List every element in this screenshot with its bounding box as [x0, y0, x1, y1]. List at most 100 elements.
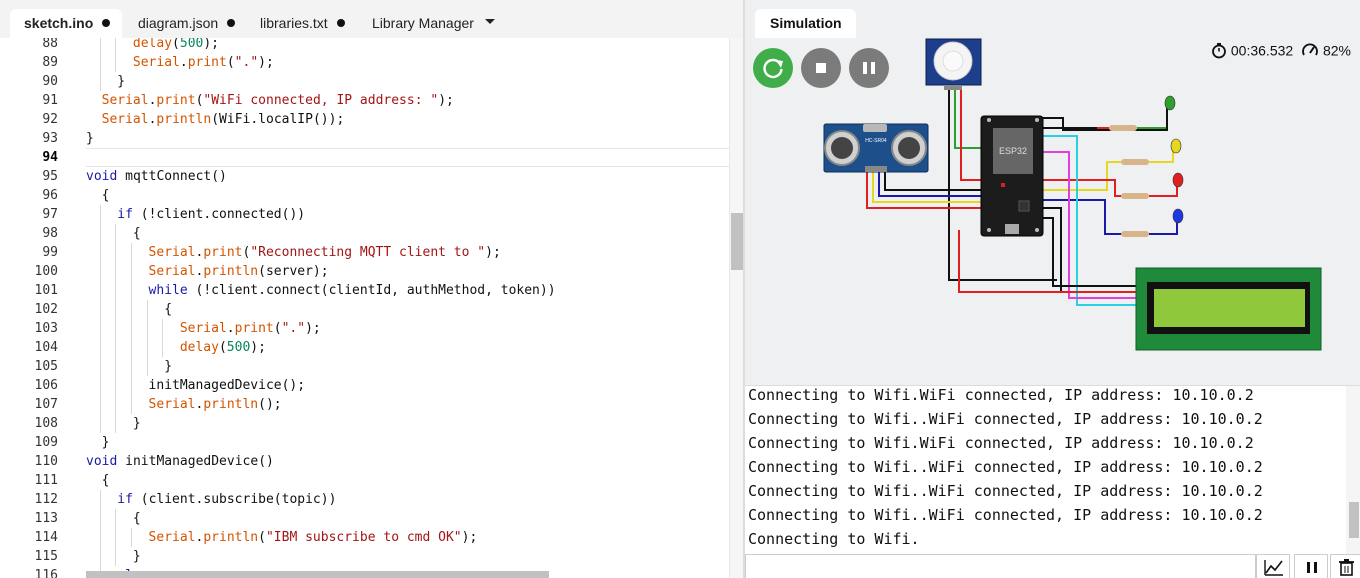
code-line[interactable]: 111 { [0, 471, 743, 490]
tab-libraries-txt[interactable]: libraries.txt [246, 9, 356, 38]
indent-guide [99, 281, 101, 300]
serial-line: Connecting to Wifi. [748, 530, 920, 548]
resistor[interactable] [1109, 125, 1137, 131]
code-token: (WiFi.localIP()); [211, 112, 345, 127]
ultrasonic-sensor[interactable]: HC-SR04 [823, 123, 929, 173]
code-token: if [117, 492, 133, 507]
code-text: void initManagedDevice() [86, 452, 274, 471]
pause-serial-button[interactable] [1294, 554, 1328, 578]
code-line[interactable]: 102 { [0, 300, 743, 319]
code-line[interactable]: 92 Serial.println(WiFi.localIP()); [0, 110, 743, 129]
code-line[interactable]: 103 Serial.print("."); [0, 319, 743, 338]
code-text: { [133, 509, 141, 528]
indent-guide [130, 528, 132, 547]
indent-guide [115, 53, 117, 72]
yellow-led[interactable] [1170, 138, 1182, 154]
resistor[interactable] [1121, 193, 1149, 199]
code-token: } [132, 549, 141, 564]
line-number: 112 [34, 492, 58, 507]
blue-led[interactable] [1172, 208, 1184, 224]
code-line[interactable]: 99 Serial.print("Reconnecting MQTT client… [0, 243, 743, 262]
tab-sketch-ino[interactable]: sketch.ino [10, 9, 122, 38]
clear-serial-button[interactable] [1330, 554, 1360, 578]
code-token: (client.subscribe(topic)) [132, 492, 337, 507]
code-line[interactable]: 115} [0, 547, 743, 566]
indent-guide [99, 376, 101, 395]
code-line[interactable]: 105} [0, 357, 743, 376]
pir-motion-sensor[interactable] [925, 38, 982, 90]
code-line[interactable]: 89 Serial.print("."); [0, 53, 743, 72]
code-line[interactable]: 106 initManagedDevice(); [0, 376, 743, 395]
code-token: ); [485, 245, 501, 260]
code-line[interactable]: 104 delay(500); [0, 338, 743, 357]
code-token: while [148, 283, 188, 298]
esp32-board[interactable]: ESP32 [980, 115, 1044, 237]
editor-horizontal-scrollbar-thumb[interactable] [86, 571, 549, 578]
simulation-status: 00:36.532 82% [1211, 41, 1351, 59]
simulation-timer: 00:36.532 [1230, 42, 1294, 59]
code-line[interactable]: 110 void initManagedDevice() [0, 452, 743, 471]
code-line[interactable]: 113 { [0, 509, 743, 528]
code-line[interactable]: 95 void mqttConnect() [0, 167, 743, 186]
code-token: 500 [179, 38, 204, 51]
serial-input[interactable] [745, 554, 1256, 578]
code-text: } [164, 357, 172, 376]
code-area[interactable]: 88 delay(500); 89 Serial.print("."); 90} 91 Se… [0, 38, 743, 578]
serial-scrollbar[interactable] [1346, 386, 1360, 554]
tab-library-manager[interactable]: Library Manager [358, 9, 478, 38]
code-line[interactable]: 90} [0, 72, 743, 91]
code-line[interactable]: 93} [0, 129, 743, 148]
code-line[interactable]: 91 Serial.print("WiFi connected, IP addre… [0, 91, 743, 110]
code-line[interactable]: 107 Serial.println(); [0, 395, 743, 414]
code-line[interactable]: 112 if (client.subscribe(topic)) [0, 490, 743, 509]
indent-guide [99, 205, 101, 224]
indent-guide [99, 528, 101, 547]
tab-diagram-json[interactable]: diagram.json [124, 9, 244, 38]
indent-guide [115, 414, 117, 433]
code-token: { [101, 188, 110, 203]
indent-guide [146, 338, 148, 357]
code-token: println [156, 112, 212, 127]
code-line[interactable]: 109} [0, 433, 743, 452]
indent-guide [115, 243, 117, 262]
code-line[interactable]: 94 [0, 148, 743, 167]
wire [1043, 207, 1137, 293]
unsaved-dot-icon [102, 19, 111, 27]
unsaved-dot-icon [336, 19, 345, 27]
code-line[interactable]: 98 { [0, 224, 743, 243]
line-number: 98 [42, 226, 58, 241]
code-token: } [132, 416, 141, 431]
lcd-display[interactable] [1135, 267, 1322, 351]
scrollbar-thumb[interactable] [1349, 502, 1359, 538]
code-line[interactable]: 114 Serial.println("IBM subscribe to cmd … [0, 528, 743, 547]
scrollbar-thumb[interactable] [731, 213, 743, 270]
green-led[interactable] [1164, 95, 1176, 111]
restart-simulation-button[interactable] [753, 48, 793, 88]
indent-guide [99, 72, 101, 91]
red-led[interactable] [1172, 172, 1184, 188]
indent-guide [115, 357, 117, 376]
pause-simulation-button[interactable] [849, 48, 889, 88]
code-token: Serial [101, 93, 149, 108]
code-token: print [203, 245, 243, 260]
code-line[interactable]: 108} [0, 414, 743, 433]
line-number: 99 [42, 245, 58, 260]
tab-menu-caret-icon[interactable] [485, 19, 495, 24]
code-line[interactable]: 101 while (!client.connect(clientId, auth… [0, 281, 743, 300]
wire [1149, 220, 1178, 235]
code-line[interactable]: 96 { [0, 186, 743, 205]
code-text: Serial.println(); [149, 395, 282, 414]
code-line[interactable]: 100 Serial.println(server); [0, 262, 743, 281]
code-token: ); [203, 38, 220, 51]
stop-simulation-button[interactable] [801, 48, 841, 88]
resistor[interactable] [1121, 231, 1149, 237]
code-token: if [117, 207, 133, 222]
code-token: ( [273, 321, 282, 336]
plotter-button[interactable] [1256, 554, 1290, 578]
resistor[interactable] [1121, 159, 1149, 165]
code-line[interactable]: 88 delay(500); [0, 38, 743, 53]
code-text: } [133, 414, 141, 433]
indent-guide [99, 262, 101, 281]
code-line[interactable]: 97 if (!client.connected()) [0, 205, 743, 224]
editor-vertical-scrollbar[interactable] [729, 38, 743, 578]
